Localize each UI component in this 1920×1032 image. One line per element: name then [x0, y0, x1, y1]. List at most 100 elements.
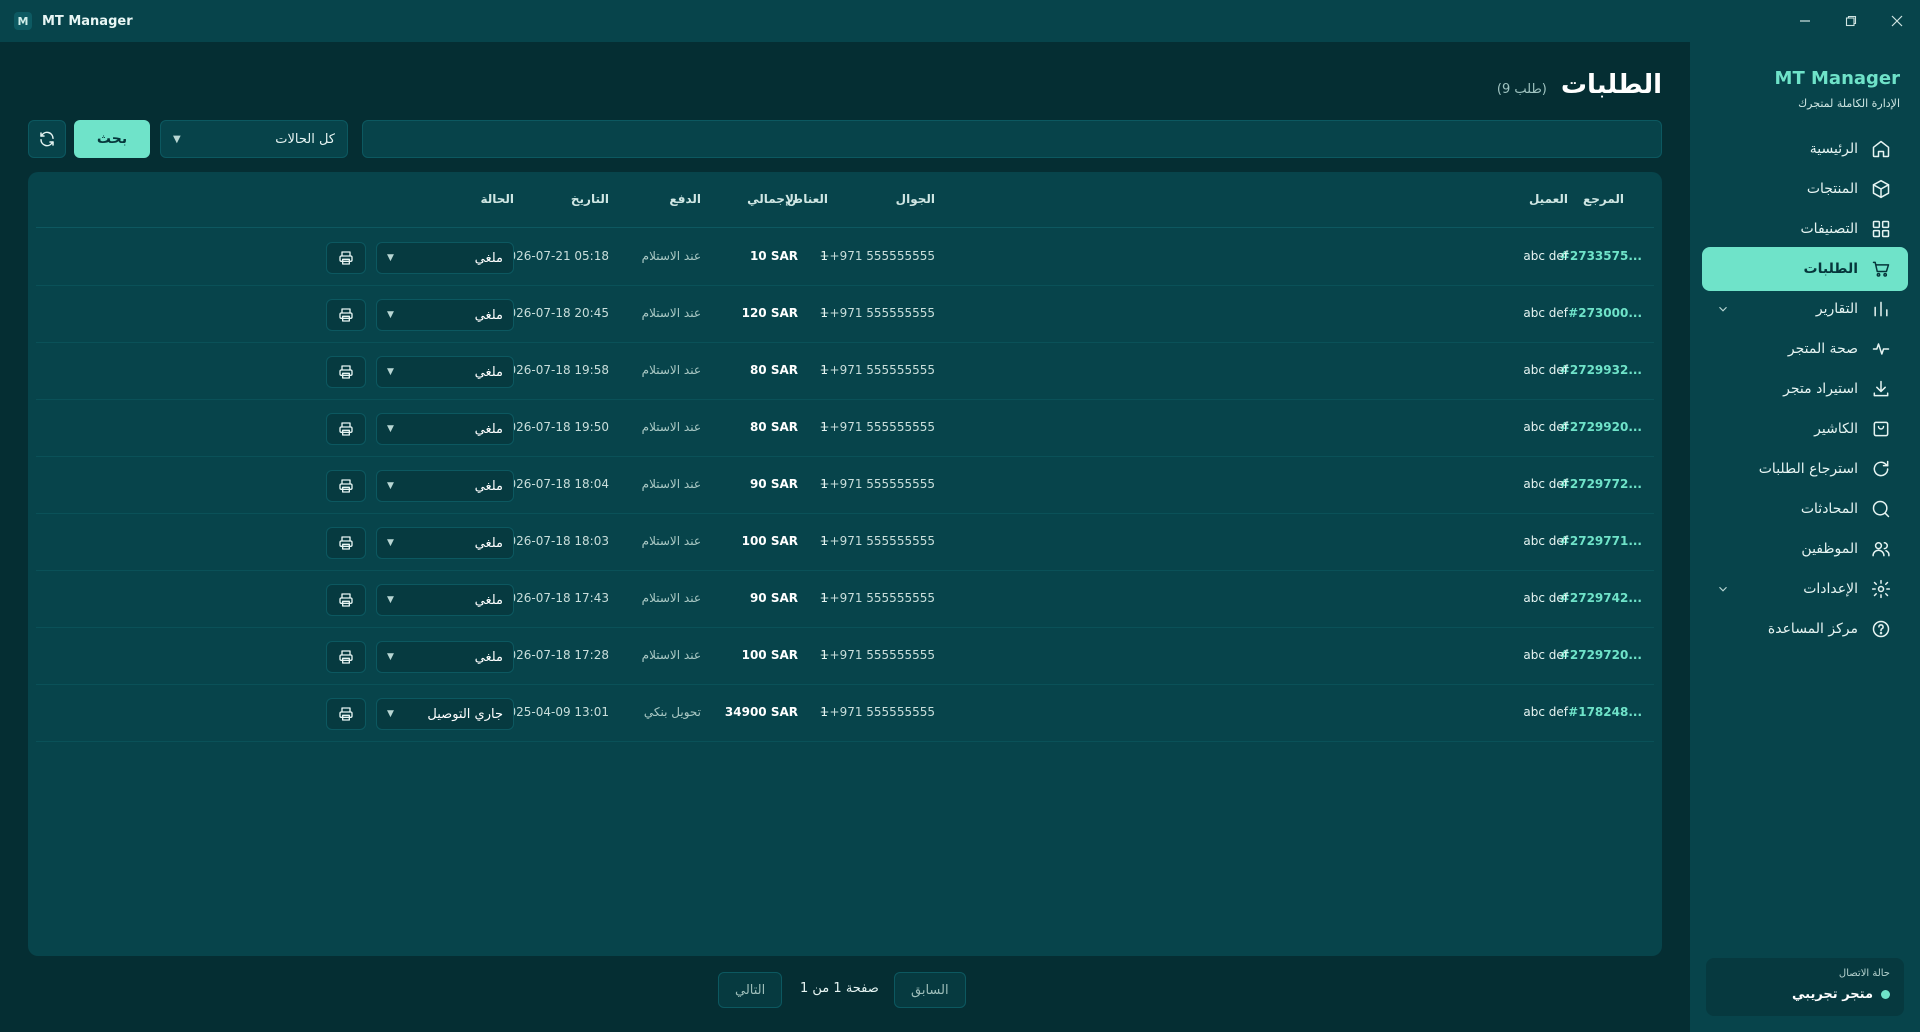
order-status-value: ملغي: [474, 307, 503, 323]
order-date: 2026-07-18 20:45: [500, 306, 609, 320]
sidebar-item-label: الإعدادات: [1803, 581, 1858, 597]
order-payment: عند الاستلام: [641, 591, 701, 605]
order-status-select[interactable]: ▼ ملغي: [376, 641, 514, 673]
order-status-select[interactable]: ▼ ملغي: [376, 527, 514, 559]
order-payment: عند الاستلام: [641, 363, 701, 377]
sidebar-item-chat[interactable]: المحادثات: [1702, 487, 1908, 531]
order-status-select[interactable]: ▼ ملغي: [376, 299, 514, 331]
order-client: abc def: [1523, 705, 1568, 719]
restore-button[interactable]: [1828, 0, 1874, 42]
sidebar-item-gear[interactable]: الإعدادات: [1702, 567, 1908, 611]
order-client: abc def: [1523, 648, 1568, 662]
connection-status: حالة الاتصال متجر تجريبي: [1706, 958, 1904, 1016]
order-client: abc def: [1523, 249, 1568, 263]
sidebar-item-grid[interactable]: التصنيفات: [1702, 207, 1908, 251]
sidebar-item-label: التصنيفات: [1800, 221, 1859, 237]
sidebar-item-refresh[interactable]: استرجاع الطلبات: [1702, 447, 1908, 491]
order-client: abc def: [1523, 591, 1568, 605]
order-payment: عند الاستلام: [641, 648, 701, 662]
order-payment: تحويل بنكي: [643, 705, 701, 719]
sidebar-item-download[interactable]: استيراد متجر: [1702, 367, 1908, 411]
order-ref[interactable]: #2729771...: [1560, 534, 1642, 548]
printer-icon: [338, 535, 354, 551]
chevron-down-icon[interactable]: [1716, 301, 1730, 320]
order-status-select[interactable]: ▼ جاري التوصيل: [376, 698, 514, 730]
print-button[interactable]: [326, 299, 366, 331]
sidebar-item-pulse[interactable]: صحة المتجر: [1702, 327, 1908, 371]
order-ref[interactable]: #2729772...: [1560, 477, 1642, 491]
order-ref[interactable]: #2733575...: [1560, 249, 1642, 263]
order-status-select[interactable]: ▼ ملغي: [376, 413, 514, 445]
order-items: 1: [820, 534, 828, 548]
table-row: #2729771... abc def ++971 555555555 1 100 SA…: [36, 514, 1654, 571]
order-status-select[interactable]: ▼ ملغي: [376, 242, 514, 274]
search-input[interactable]: [362, 120, 1662, 158]
order-status-select[interactable]: ▼ ملغي: [376, 470, 514, 502]
chevron-down-icon[interactable]: [1716, 581, 1730, 600]
chevron-down-icon: ▼: [387, 709, 394, 719]
connection-label: حالة الاتصال: [1838, 968, 1890, 979]
orders-table: المرجع العميل الجوال العناص الإجمالي الد…: [28, 172, 1662, 956]
sidebar-item-help[interactable]: مركز المساعدة: [1702, 607, 1908, 651]
refresh-icon: [40, 131, 54, 147]
order-client: abc def: [1523, 477, 1568, 491]
chevron-down-icon: ▼: [387, 595, 394, 605]
minimize-button[interactable]: [1782, 0, 1828, 42]
close-icon: [1891, 15, 1903, 27]
minimize-icon: [1800, 20, 1810, 22]
chevron-down-icon: ▼: [387, 424, 394, 434]
brand-tagline: الإدارة الكاملة لمتجرك: [1798, 97, 1900, 110]
order-phone: ++971 555555555: [819, 534, 935, 548]
next-page-button[interactable]: التالي: [718, 972, 783, 1008]
printer-icon: [338, 250, 354, 266]
close-button[interactable]: [1874, 0, 1920, 42]
chat-icon: [1870, 498, 1892, 520]
order-payment: عند الاستلام: [641, 420, 701, 434]
sidebar-item-users[interactable]: الموظفين: [1702, 527, 1908, 571]
header-phone: الجوال: [895, 192, 935, 206]
print-button[interactable]: [326, 584, 366, 616]
prev-page-button[interactable]: السابق: [894, 972, 966, 1008]
app-logo-icon: M: [14, 12, 32, 30]
order-client: abc def: [1523, 534, 1568, 548]
store-name: متجر تجريبي: [1791, 987, 1873, 1002]
print-button[interactable]: [326, 698, 366, 730]
order-ref[interactable]: #273000...: [1568, 306, 1642, 320]
sidebar-item-box[interactable]: المنتجات: [1702, 167, 1908, 211]
order-total: 120 SAR: [741, 306, 798, 320]
brand: MT Manager الإدارة الكاملة لمتجرك: [1775, 68, 1900, 110]
order-status-select[interactable]: ▼ ملغي: [376, 356, 514, 388]
sidebar-item-bag[interactable]: الكاشير: [1702, 407, 1908, 451]
search-button[interactable]: بحث: [74, 120, 150, 158]
sidebar-item-bar-chart[interactable]: التقارير: [1702, 287, 1908, 331]
order-date: 2026-07-18 18:04: [500, 477, 609, 491]
refresh-button[interactable]: [28, 120, 66, 158]
print-button[interactable]: [326, 641, 366, 673]
order-total: 100 SAR: [741, 648, 798, 662]
order-ref[interactable]: #2729720...: [1560, 648, 1642, 662]
order-date: 2026-07-18 17:43: [500, 591, 609, 605]
order-total: 10 SAR: [749, 249, 798, 263]
order-phone: ++971 555555555: [819, 306, 935, 320]
order-date: 2025-04-09 13:01: [500, 705, 609, 719]
order-ref[interactable]: #2729932...: [1560, 363, 1642, 377]
order-count: (9 طلب): [1496, 82, 1547, 97]
printer-icon: [338, 649, 354, 665]
order-ref[interactable]: #178248...: [1568, 705, 1642, 719]
order-total: 100 SAR: [741, 534, 798, 548]
print-button[interactable]: [326, 413, 366, 445]
print-button[interactable]: [326, 470, 366, 502]
order-client: abc def: [1523, 363, 1568, 377]
sidebar-item-home[interactable]: الرئيسية: [1702, 127, 1908, 171]
print-button[interactable]: [326, 242, 366, 274]
table-header: المرجع العميل الجوال العناص الإجمالي الد…: [36, 172, 1654, 228]
order-ref[interactable]: #2729742...: [1560, 591, 1642, 605]
print-button[interactable]: [326, 356, 366, 388]
gear-icon: [1870, 578, 1892, 600]
print-button[interactable]: [326, 527, 366, 559]
order-status-select[interactable]: ▼ ملغي: [376, 584, 514, 616]
status-filter-select[interactable]: ▼ كل الحالات: [160, 120, 348, 158]
order-total: 80 SAR: [749, 363, 798, 377]
sidebar-item-cart[interactable]: الطلبات: [1702, 247, 1908, 291]
order-ref[interactable]: #2729920...: [1560, 420, 1642, 434]
